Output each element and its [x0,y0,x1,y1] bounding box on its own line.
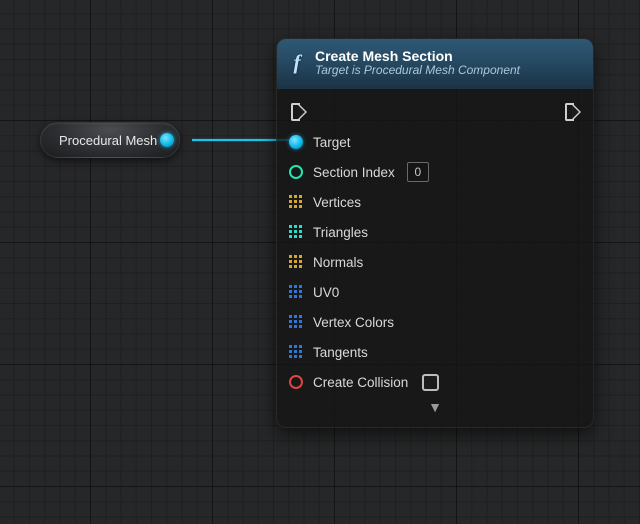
pin-label: Section Index [313,165,395,180]
create-collision-input-pin[interactable] [289,375,303,389]
pin-row-vertex-colors: Vertex Colors [289,307,581,337]
pin-row-section-index: Section Index 0 [289,157,581,187]
function-icon: f [287,52,307,74]
pin-row-triangles: Triangles [289,217,581,247]
pin-label: Triangles [313,225,368,240]
uv0-input-pin[interactable] [289,285,303,299]
exec-in-pin[interactable] [291,103,305,119]
pin-row-normals: Normals [289,247,581,277]
pin-label: Vertex Colors [313,315,394,330]
create-collision-checkbox[interactable] [422,374,439,391]
pin-row-create-collision: Create Collision [289,367,581,397]
section-index-input-pin[interactable] [289,165,303,179]
exec-pin-row [289,97,581,127]
target-input-pin[interactable] [289,135,303,149]
pin-label: Create Collision [313,375,408,390]
variable-node-label: Procedural Mesh [59,133,157,148]
pin-label: Tangents [313,345,368,360]
section-index-value-input[interactable]: 0 [407,162,429,182]
variable-node-procedural-mesh[interactable]: Procedural Mesh [40,122,180,158]
chevron-down-icon: ▼ [428,399,442,415]
pin-row-uv0: UV0 [289,277,581,307]
vertices-input-pin[interactable] [289,195,303,209]
pin-label: UV0 [313,285,339,300]
pin-label: Target [313,135,351,150]
pin-label: Normals [313,255,363,270]
pin-label: Vertices [313,195,361,210]
object-output-pin[interactable] [160,133,174,147]
exec-out-pin[interactable] [565,103,579,119]
node-subtitle: Target is Procedural Mesh Component [315,64,520,78]
normals-input-pin[interactable] [289,255,303,269]
pin-row-vertices: Vertices [289,187,581,217]
node-body: Target Section Index 0 Vertices Triangle… [277,89,593,427]
triangles-input-pin[interactable] [289,225,303,239]
pin-row-tangents: Tangents [289,337,581,367]
pin-row-target: Target [289,127,581,157]
tangents-input-pin[interactable] [289,345,303,359]
node-header[interactable]: f Create Mesh Section Target is Procedur… [277,39,593,89]
node-title: Create Mesh Section [315,48,520,64]
vertex-colors-input-pin[interactable] [289,315,303,329]
node-title-block: Create Mesh Section Target is Procedural… [315,48,520,78]
function-node-create-mesh-section[interactable]: f Create Mesh Section Target is Procedur… [276,38,594,428]
expand-toggle[interactable]: ▼ [289,397,581,421]
